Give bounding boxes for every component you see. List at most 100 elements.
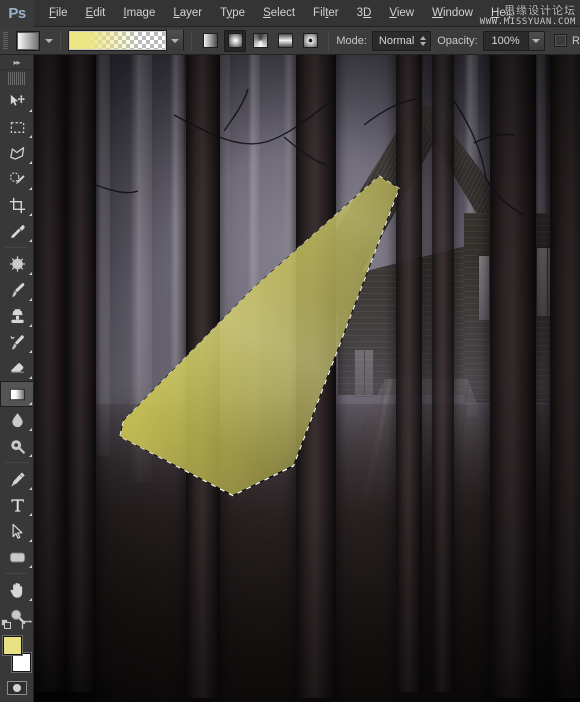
type-icon: [10, 498, 24, 512]
rounded-rectangle-icon: [9, 552, 25, 562]
chevron-down-icon: [171, 38, 180, 43]
tool-preset-picker[interactable]: [16, 30, 54, 51]
brush-tool[interactable]: [0, 277, 34, 303]
rectangle-tool[interactable]: [0, 544, 34, 570]
blur-droplet-icon: [11, 412, 23, 427]
quick-mask-icon: [7, 681, 27, 695]
menu-item-image[interactable]: Image: [114, 0, 164, 27]
menu-item-view[interactable]: View: [380, 0, 423, 27]
options-bar-grip[interactable]: [3, 31, 9, 50]
toolbar-divider-3: [5, 573, 28, 574]
opacity-label: Opacity:: [437, 34, 478, 47]
clone-stamp-tool[interactable]: [0, 303, 34, 329]
reverse-label: R: [572, 34, 580, 47]
stepper-arrows-icon: [420, 35, 427, 46]
eraser-tool[interactable]: [0, 355, 34, 381]
toolbar-divider-1: [5, 247, 28, 248]
clone-stamp-icon: [10, 308, 24, 323]
tool-flyout-indicator: [29, 272, 32, 275]
crop-tool[interactable]: [0, 192, 34, 218]
dodge-tool[interactable]: [0, 433, 34, 459]
tool-flyout-indicator: [29, 487, 32, 490]
reverse-checkbox-wrap[interactable]: R: [554, 34, 580, 47]
color-swatches: [0, 619, 34, 676]
foreground-color-swatch[interactable]: [3, 636, 22, 655]
path-selection-tool[interactable]: [0, 518, 34, 544]
opacity-slider-dropdown[interactable]: [527, 31, 544, 50]
tool-flyout-indicator: [29, 454, 32, 457]
toolbar-divider-2: [5, 462, 28, 463]
hand-tool[interactable]: [0, 577, 34, 603]
menu-item-select[interactable]: Select: [254, 0, 304, 27]
gradient-type-diamond[interactable]: [299, 30, 321, 52]
reflected-gradient-icon: [277, 33, 293, 48]
tool-flyout-indicator: [29, 161, 32, 164]
eyedropper-tool[interactable]: [0, 218, 34, 244]
menu-items: File Edit Image Layer Type Select Filter…: [34, 0, 524, 27]
tool-flyout-indicator: [29, 376, 32, 379]
rectangular-marquee-tool[interactable]: [0, 114, 34, 140]
tool-flyout-indicator: [29, 239, 32, 242]
horizontal-type-tool[interactable]: [0, 492, 34, 518]
default-colors-icon[interactable]: [1, 619, 11, 629]
gradient-type-reflected[interactable]: [274, 30, 296, 52]
light-beam-selection[interactable]: [34, 55, 580, 702]
crop-icon: [9, 197, 25, 213]
menu-item-help[interactable]: Help: [482, 0, 524, 27]
opacity-value[interactable]: 100%: [484, 35, 528, 47]
tool-flyout-indicator: [29, 539, 32, 542]
gradient-preset-dropdown[interactable]: [166, 30, 184, 51]
menu-item-layer[interactable]: Layer: [164, 0, 211, 27]
menu-item-file[interactable]: File: [40, 0, 77, 27]
selection-outline-icon: [119, 175, 400, 497]
tool-flyout-indicator: [29, 213, 32, 216]
reverse-checkbox[interactable]: [554, 34, 568, 47]
toolbar-collapse-button[interactable]: ▸▸: [0, 55, 33, 70]
menu-item-filter[interactable]: Filter: [304, 0, 348, 27]
path-selection-arrow-icon: [12, 523, 22, 539]
opacity-field[interactable]: 100%: [482, 30, 545, 51]
blur-tool[interactable]: [0, 407, 34, 433]
quick-selection-tool[interactable]: [0, 166, 34, 192]
tool-flyout-indicator: [29, 402, 32, 405]
move-tool[interactable]: [0, 88, 34, 114]
gradient-type-radial[interactable]: [224, 29, 247, 52]
hand-icon: [10, 582, 22, 598]
gradient-preset-picker[interactable]: [68, 30, 185, 51]
tool-flyout-indicator: [29, 428, 32, 431]
tool-flyout-indicator: [29, 298, 32, 301]
swap-colors-icon[interactable]: [21, 620, 32, 631]
history-brush-tool[interactable]: [0, 329, 34, 355]
gradient-preview-swatch[interactable]: [69, 31, 167, 50]
lasso-icon: [9, 146, 24, 160]
quick-mask-mode-button[interactable]: [0, 676, 34, 700]
marquee-icon: [10, 121, 24, 133]
menu-item-window[interactable]: Window: [423, 0, 482, 27]
dodge-icon: [10, 439, 25, 454]
spot-healing-brush-tool[interactable]: [0, 251, 34, 277]
menu-item-edit[interactable]: Edit: [77, 0, 115, 27]
lasso-tool[interactable]: [0, 140, 34, 166]
pen-tool[interactable]: [0, 466, 34, 492]
options-divider-3: [328, 30, 330, 51]
healing-brush-icon: [9, 255, 25, 272]
menu-bar: Ps File Edit Image Layer Type Select Fil…: [0, 0, 580, 27]
gradient-tool[interactable]: [0, 381, 34, 407]
toolbar-grip[interactable]: [8, 72, 25, 85]
blend-mode-value: Normal: [378, 34, 415, 47]
options-divider-1: [60, 30, 62, 51]
tool-flyout-indicator: [29, 324, 32, 327]
gradient-type-angle[interactable]: [249, 30, 271, 52]
linear-gradient-icon: [202, 33, 218, 48]
background-color-swatch[interactable]: [12, 653, 31, 672]
document-canvas[interactable]: [34, 55, 580, 702]
tool-flyout-indicator: [29, 109, 32, 112]
pen-icon: [10, 471, 25, 486]
blend-mode-select[interactable]: Normal: [371, 30, 432, 51]
chevron-down-icon: [532, 38, 541, 43]
gradient-type-linear[interactable]: [199, 30, 221, 52]
menu-item-3d[interactable]: 3D: [348, 0, 381, 27]
tool-flyout-indicator: [29, 565, 32, 568]
menu-item-type[interactable]: Type: [211, 0, 254, 27]
tool-flyout-indicator: [29, 187, 32, 190]
